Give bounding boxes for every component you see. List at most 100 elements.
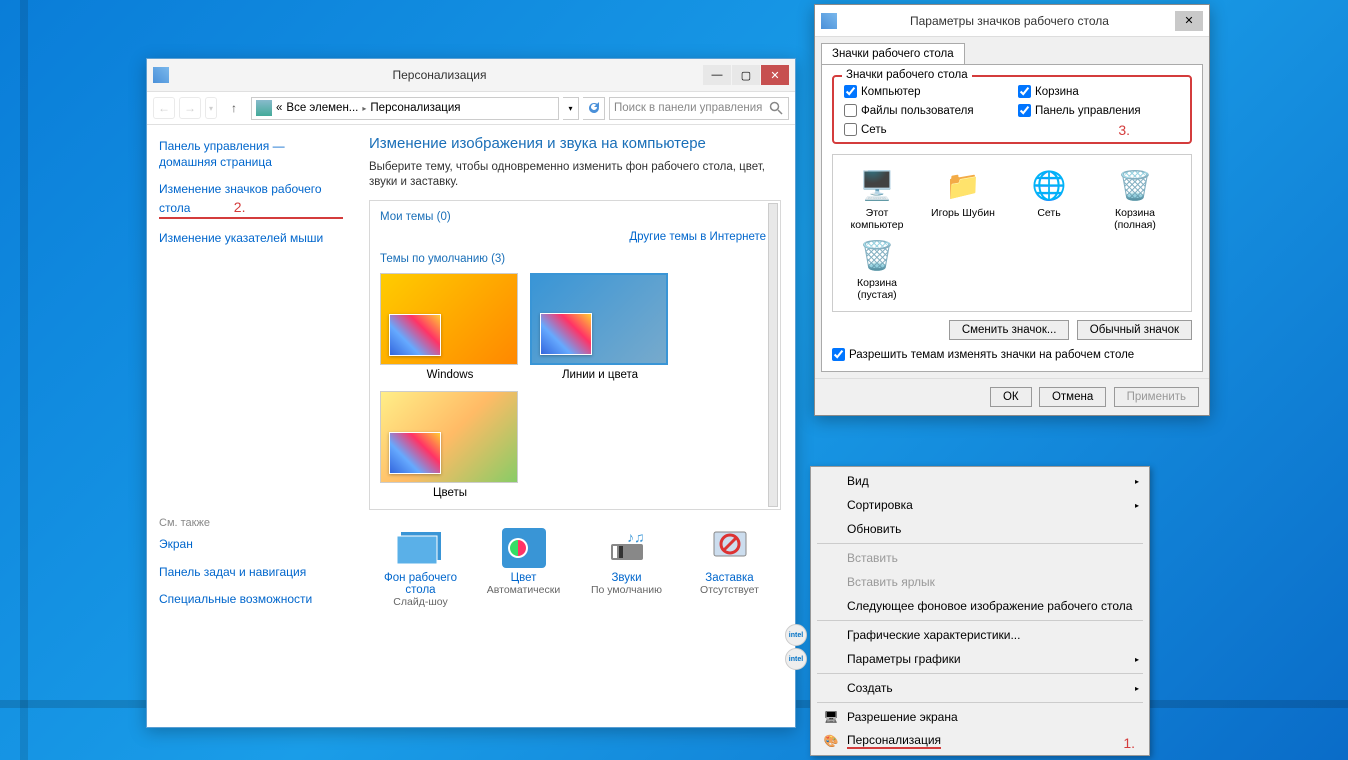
desktop-context-menu: Вид▸ Сортировка▸ Обновить Вставить Встав… bbox=[810, 466, 1150, 756]
online-themes-link[interactable]: Другие темы в Интернете bbox=[380, 231, 766, 243]
dialog-footer: ОК Отмена Применить bbox=[815, 378, 1209, 415]
screensaver-icon bbox=[706, 528, 754, 568]
dialog-titlebar[interactable]: Параметры значков рабочего стола ✕ bbox=[815, 5, 1209, 37]
settings-row: Фон рабочего стола Слайд-шоу Цвет Автома… bbox=[369, 528, 781, 608]
chevron-right-icon: ▸ bbox=[1135, 655, 1139, 664]
chevron-icon[interactable]: ▸ bbox=[362, 104, 366, 113]
history-dropdown[interactable]: ▾ bbox=[205, 97, 217, 119]
search-icon bbox=[768, 100, 784, 116]
crumb-prefix: « bbox=[276, 102, 282, 114]
menu-refresh[interactable]: Обновить bbox=[813, 517, 1147, 541]
content-area: Изменение изображения и звука на компьют… bbox=[355, 125, 795, 727]
recycle-full-icon: 🗑️ bbox=[1115, 165, 1155, 205]
icon-this-pc[interactable]: 🖥️Этот компьютер bbox=[843, 165, 911, 231]
see-also-accessibility[interactable]: Специальные возможности bbox=[159, 592, 343, 608]
icon-network[interactable]: 🌐Сеть bbox=[1015, 165, 1083, 231]
setting-screensaver[interactable]: Заставка Отсутствует bbox=[682, 528, 778, 608]
minimize-button[interactable]: — bbox=[703, 65, 731, 85]
forward-button[interactable]: → bbox=[179, 97, 201, 119]
icons-checkbox-group: Значки рабочего стола Компьютер Корзина … bbox=[832, 75, 1192, 144]
maximize-button[interactable]: ▢ bbox=[732, 65, 760, 85]
my-themes-heading: Мои темы (0) bbox=[380, 211, 770, 223]
titlebar[interactable]: Персонализация — ▢ ✕ bbox=[147, 59, 795, 91]
menu-view[interactable]: Вид▸ bbox=[813, 469, 1147, 493]
personalize-icon: 🎨 bbox=[821, 733, 841, 749]
see-also-taskbar[interactable]: Панель задач и навигация bbox=[159, 565, 343, 581]
theme-label: Цветы bbox=[380, 487, 520, 499]
refresh-button[interactable] bbox=[583, 97, 605, 120]
ok-button[interactable]: ОК bbox=[990, 387, 1032, 407]
icon-user-folder[interactable]: 📁Игорь Шубин bbox=[929, 165, 997, 231]
chevron-right-icon: ▸ bbox=[1135, 477, 1139, 486]
up-button[interactable]: ↑ bbox=[223, 97, 245, 119]
separator bbox=[817, 702, 1143, 703]
chk-allow-themes[interactable]: Разрешить темам изменять значки на рабоч… bbox=[832, 348, 1192, 361]
chevron-right-icon: ▸ bbox=[1135, 684, 1139, 693]
computer-icon: 🖥️ bbox=[857, 165, 897, 205]
cancel-button[interactable]: Отмена bbox=[1039, 387, 1106, 407]
tab-row: Значки рабочего стола bbox=[815, 37, 1209, 64]
recycle-empty-icon: 🗑️ bbox=[857, 235, 897, 275]
sidebar: Панель управления — домашняя страница Из… bbox=[147, 125, 355, 727]
menu-paste[interactable]: Вставить bbox=[813, 546, 1147, 570]
dialog-title: Параметры значков рабочего стола bbox=[845, 14, 1174, 28]
change-icon-button[interactable]: Сменить значок... bbox=[949, 320, 1070, 340]
address-bar[interactable]: « Все элемен... ▸ Персонализация bbox=[251, 97, 559, 120]
separator bbox=[817, 673, 1143, 674]
setting-color[interactable]: Цвет Автоматически bbox=[476, 528, 572, 608]
menu-create[interactable]: Создать▸ bbox=[813, 676, 1147, 700]
refresh-icon bbox=[586, 100, 602, 116]
crumb-1[interactable]: Все элемен... bbox=[286, 102, 358, 114]
default-icon-button[interactable]: Обычный значок bbox=[1077, 320, 1192, 340]
theme-windows[interactable]: Windows bbox=[380, 273, 520, 381]
sounds-icon: ♪♫ bbox=[603, 528, 651, 568]
dialog-close-button[interactable]: ✕ bbox=[1175, 11, 1203, 31]
icon-recycle-full[interactable]: 🗑️Корзина (полная) bbox=[1101, 165, 1169, 231]
themes-panel: Мои темы (0) Другие темы в Интернете Тем… bbox=[369, 200, 781, 510]
location-icon bbox=[256, 100, 272, 116]
icon-recycle-empty[interactable]: 🗑️Корзина (пустая) bbox=[843, 235, 911, 301]
close-button[interactable]: ✕ bbox=[761, 65, 789, 85]
annotation-3: 3. bbox=[1118, 122, 1130, 138]
folder-icon: 📁 bbox=[943, 165, 983, 205]
crumb-2[interactable]: Персонализация bbox=[370, 102, 460, 114]
search-placeholder: Поиск в панели управления bbox=[614, 102, 762, 114]
see-also-display[interactable]: Экран bbox=[159, 537, 343, 553]
chk-computer[interactable]: Компьютер bbox=[844, 85, 1006, 98]
desktop-icons-dialog: Параметры значков рабочего стола ✕ Значк… bbox=[814, 4, 1210, 416]
separator bbox=[817, 543, 1143, 544]
tab-desktop-icons[interactable]: Значки рабочего стола bbox=[821, 43, 965, 64]
see-also-heading: См. также bbox=[159, 517, 343, 529]
chk-recycle-bin[interactable]: Корзина bbox=[1018, 85, 1180, 98]
display-icon: 🖥 bbox=[821, 709, 841, 725]
setting-background[interactable]: Фон рабочего стола Слайд-шоу bbox=[373, 528, 469, 608]
network-icon: 🌐 bbox=[1029, 165, 1069, 205]
menu-personalize[interactable]: 🎨Персонализация bbox=[813, 729, 1147, 753]
chk-control-panel[interactable]: Панель управления bbox=[1018, 104, 1180, 117]
group-legend: Значки рабочего стола bbox=[842, 69, 972, 81]
menu-resolution[interactable]: 🖥Разрешение экрана bbox=[813, 705, 1147, 729]
sidebar-home[interactable]: Панель управления — домашняя страница bbox=[159, 139, 343, 170]
theme-flowers[interactable]: Цветы bbox=[380, 391, 520, 499]
menu-sort[interactable]: Сортировка▸ bbox=[813, 493, 1147, 517]
icon-preview-box: 🖥️Этот компьютер 📁Игорь Шубин 🌐Сеть 🗑️Ко… bbox=[832, 154, 1192, 312]
back-button[interactable]: ← bbox=[153, 97, 175, 119]
sidebar-mouse-pointers[interactable]: Изменение указателей мыши bbox=[159, 231, 343, 247]
chevron-right-icon: ▸ bbox=[1135, 501, 1139, 510]
menu-paste-shortcut[interactable]: Вставить ярлык bbox=[813, 570, 1147, 594]
search-input[interactable]: Поиск в панели управления bbox=[609, 97, 789, 120]
color-icon bbox=[500, 528, 548, 568]
apply-button[interactable]: Применить bbox=[1114, 387, 1199, 407]
window-icon bbox=[153, 67, 169, 83]
menu-graphics-params[interactable]: intelПараметры графики▸ bbox=[813, 647, 1147, 671]
address-dropdown[interactable]: ▾ bbox=[563, 97, 579, 120]
theme-lines-colors[interactable]: Линии и цвета bbox=[530, 273, 670, 381]
chk-user-files[interactable]: Файлы пользователя bbox=[844, 104, 1006, 117]
setting-sounds[interactable]: ♪♫ Звуки По умолчанию bbox=[579, 528, 675, 608]
menu-next-background[interactable]: Следующее фоновое изображение рабочего с… bbox=[813, 594, 1147, 618]
theme-label: Windows bbox=[380, 369, 520, 381]
menu-graphics-properties[interactable]: intelГрафические характеристики... bbox=[813, 623, 1147, 647]
chk-network[interactable]: Сеть bbox=[844, 123, 1006, 136]
separator bbox=[817, 620, 1143, 621]
sidebar-desktop-icons[interactable]: Изменение значков рабочего стола 2. bbox=[159, 182, 343, 219]
